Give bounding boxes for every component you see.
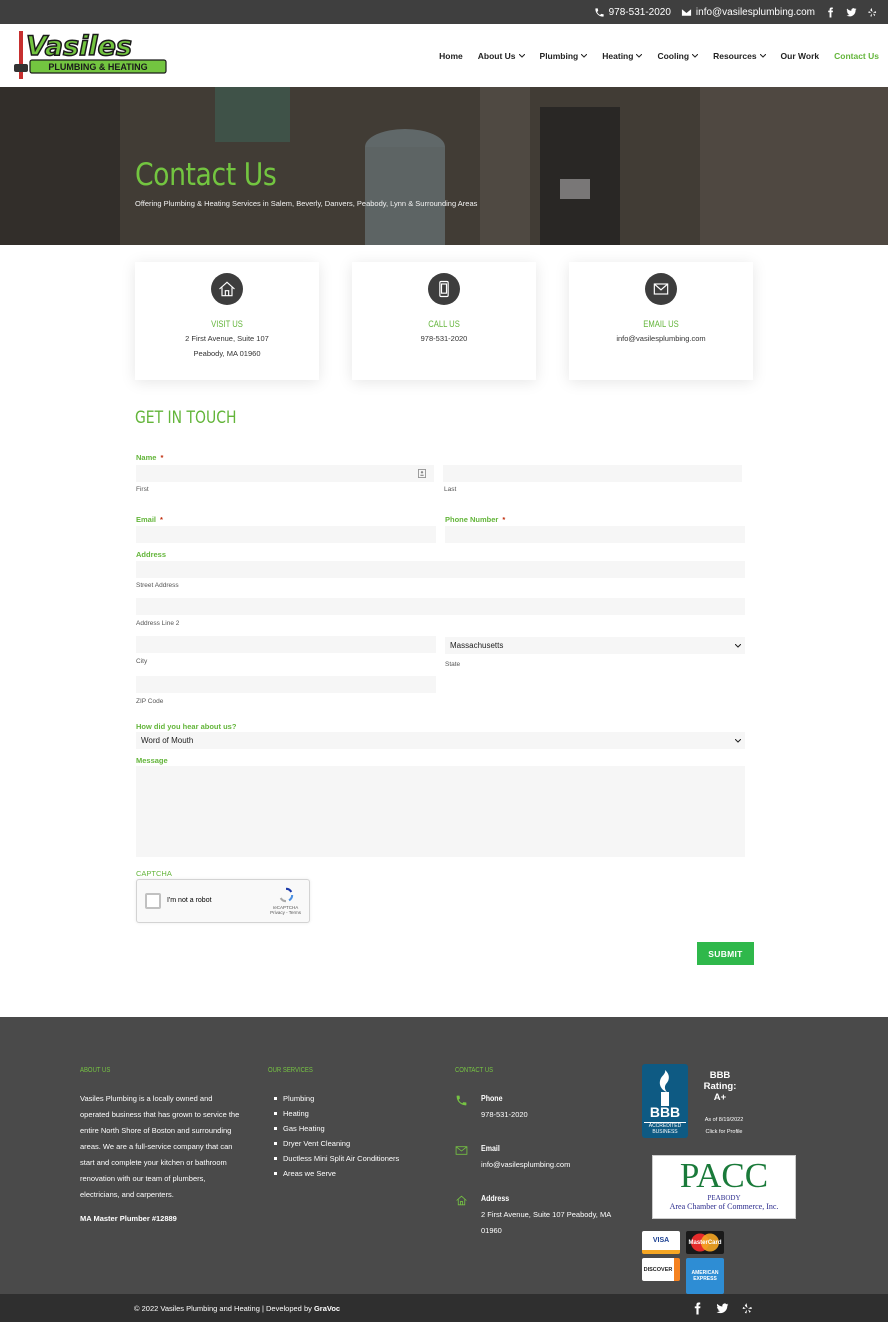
phone-label: Phone Number * — [445, 515, 506, 524]
visa-logo: VISA — [642, 1231, 680, 1254]
chevron-down-icon — [735, 643, 741, 648]
captcha-checkbox[interactable] — [145, 893, 161, 909]
bbb-profile-link[interactable]: Click for Profile — [692, 1126, 756, 1138]
footer-contact: CONTACT US Phone 978-531-2020 Email info… — [455, 1063, 625, 1257]
pacc-badge[interactable]: PACC PEABODY Area Chamber of Commerce, I… — [652, 1155, 796, 1219]
first-sublabel: First — [136, 486, 149, 493]
bbb-wordmark: BBB — [649, 1104, 681, 1120]
discover-logo: DISCOVER — [642, 1258, 680, 1281]
last-name-input[interactable] — [443, 465, 742, 482]
bbb-meta: As of 8/19/2022 Click for Profile — [692, 1114, 756, 1138]
copyright: © 2022 Vasiles Plumbing and Heating | De… — [134, 1304, 340, 1313]
footer-phone-title: Phone — [481, 1094, 503, 1103]
bbb-date: As of 8/19/2022 — [704, 1117, 744, 1123]
footer-address: Address 2 First Avenue, Suite 107 Peabod… — [455, 1191, 625, 1239]
recaptcha-logo: reCAPTCHA Privacy - Terms — [270, 886, 301, 915]
recaptcha-widget: I'm not a robot reCAPTCHA Privacy - Term… — [136, 879, 310, 923]
recaptcha-links[interactable]: Privacy - Terms — [270, 910, 301, 915]
mastercard-text: MasterCard — [688, 1239, 722, 1246]
name-label: Name * — [136, 453, 164, 462]
zip-input[interactable] — [136, 676, 436, 693]
service-item[interactable]: Plumbing — [274, 1091, 438, 1106]
amex-logo: AMERICAN EXPRESS — [686, 1258, 724, 1294]
mastercard-logo: MasterCard — [686, 1231, 724, 1254]
autofill-contact-icon[interactable] — [418, 469, 426, 478]
home-icon — [456, 1195, 467, 1206]
hear-select-value: Word of Mouth — [141, 736, 194, 745]
form-fields: Name * First Last Email * Phone Number * Ad… — [0, 0, 888, 1000]
service-item[interactable]: Heating — [274, 1106, 438, 1121]
footer-about-title: ABOUT US — [80, 1067, 111, 1074]
footer-address-title: Address — [481, 1194, 510, 1203]
pacc-wordmark: PACC — [679, 1156, 769, 1195]
state-select-value: Massachusetts — [450, 641, 504, 650]
first-name-input[interactable] — [136, 465, 434, 482]
bbb-accredited: ACCREDITED BUSINESS — [644, 1122, 686, 1135]
bbb-logo: BBB ACCREDITED BUSINESS — [642, 1064, 688, 1138]
footer-email-title: Email — [481, 1144, 500, 1153]
recaptcha-icon — [279, 887, 293, 903]
bottom-bar: © 2022 Vasiles Plumbing and Heating | De… — [0, 1294, 888, 1322]
envelope-icon — [455, 1146, 468, 1155]
footer-contact-title: CONTACT US — [455, 1067, 494, 1074]
footer-phone: Phone 978-531-2020 — [455, 1091, 625, 1123]
service-item[interactable]: Ductless Mini Split Air Conditioners — [274, 1151, 438, 1166]
address-line2-input[interactable] — [136, 598, 745, 615]
chevron-down-icon — [735, 738, 741, 743]
footer-email: Email info@vasilesplumbing.com — [455, 1141, 625, 1173]
copyright-text: © 2022 Vasiles Plumbing and Heating | De… — [134, 1303, 314, 1313]
pacc-peabody: PEABODY — [707, 1194, 741, 1202]
zip-sublabel: ZIP Code — [136, 698, 164, 705]
footer-social — [691, 1302, 754, 1315]
service-item[interactable]: Gas Heating — [274, 1121, 438, 1136]
hear-select[interactable]: Word of Mouth — [136, 732, 745, 749]
email-input[interactable] — [136, 526, 436, 543]
developer-link[interactable]: GraVoc — [314, 1304, 340, 1313]
phone-icon — [456, 1095, 467, 1106]
footer-about: ABOUT US Vasiles Plumbing is a locally o… — [80, 1063, 240, 1227]
street-sublabel: Street Address — [136, 582, 179, 589]
phone-input[interactable] — [445, 526, 745, 543]
message-textarea[interactable] — [136, 766, 745, 857]
captcha-label: CAPTCHA — [136, 869, 172, 878]
twitter-icon[interactable] — [716, 1302, 729, 1315]
state-sublabel: State — [445, 661, 461, 668]
street-address-input[interactable] — [136, 561, 745, 578]
hear-label: How did you hear about us? — [136, 722, 237, 731]
line2-sublabel: Address Line 2 — [136, 620, 180, 627]
last-sublabel: Last — [444, 486, 457, 493]
facebook-icon[interactable] — [691, 1302, 704, 1315]
service-item[interactable]: Areas we Serve — [274, 1166, 438, 1181]
state-select[interactable]: Massachusetts — [445, 637, 745, 654]
city-input[interactable] — [136, 636, 436, 653]
bbb-badge[interactable]: BBB ACCREDITED BUSINESS BBB Rating: A+ A… — [642, 1064, 756, 1139]
email-label: Email * — [136, 515, 163, 524]
footer-email-value[interactable]: info@vasilesplumbing.com — [481, 1160, 570, 1169]
footer-address-value: 2 First Avenue, Suite 107 Peabody, MA 01… — [481, 1210, 611, 1235]
license-number: MA Master Plumber #12889 — [80, 1214, 177, 1223]
yelp-icon[interactable] — [741, 1302, 754, 1315]
service-item[interactable]: Dryer Vent Cleaning — [274, 1136, 438, 1151]
footer-phone-value[interactable]: 978-531-2020 — [481, 1110, 528, 1119]
footer-services-title: OUR SERVICES — [268, 1067, 313, 1074]
bbb-rating: BBB Rating: A+ — [703, 1070, 737, 1103]
footer-about-text: Vasiles Plumbing is a locally owned and … — [80, 1094, 240, 1199]
city-sublabel: City — [136, 658, 148, 665]
captcha-text: I'm not a robot — [167, 897, 212, 904]
message-label: Message — [136, 756, 168, 765]
submit-button[interactable]: SUBMIT — [697, 942, 754, 965]
pacc-name: Area Chamber of Commerce, Inc. — [669, 1202, 779, 1211]
footer-services: OUR SERVICES Plumbing Heating Gas Heating D… — [268, 1063, 438, 1181]
address-label: Address — [136, 550, 167, 559]
